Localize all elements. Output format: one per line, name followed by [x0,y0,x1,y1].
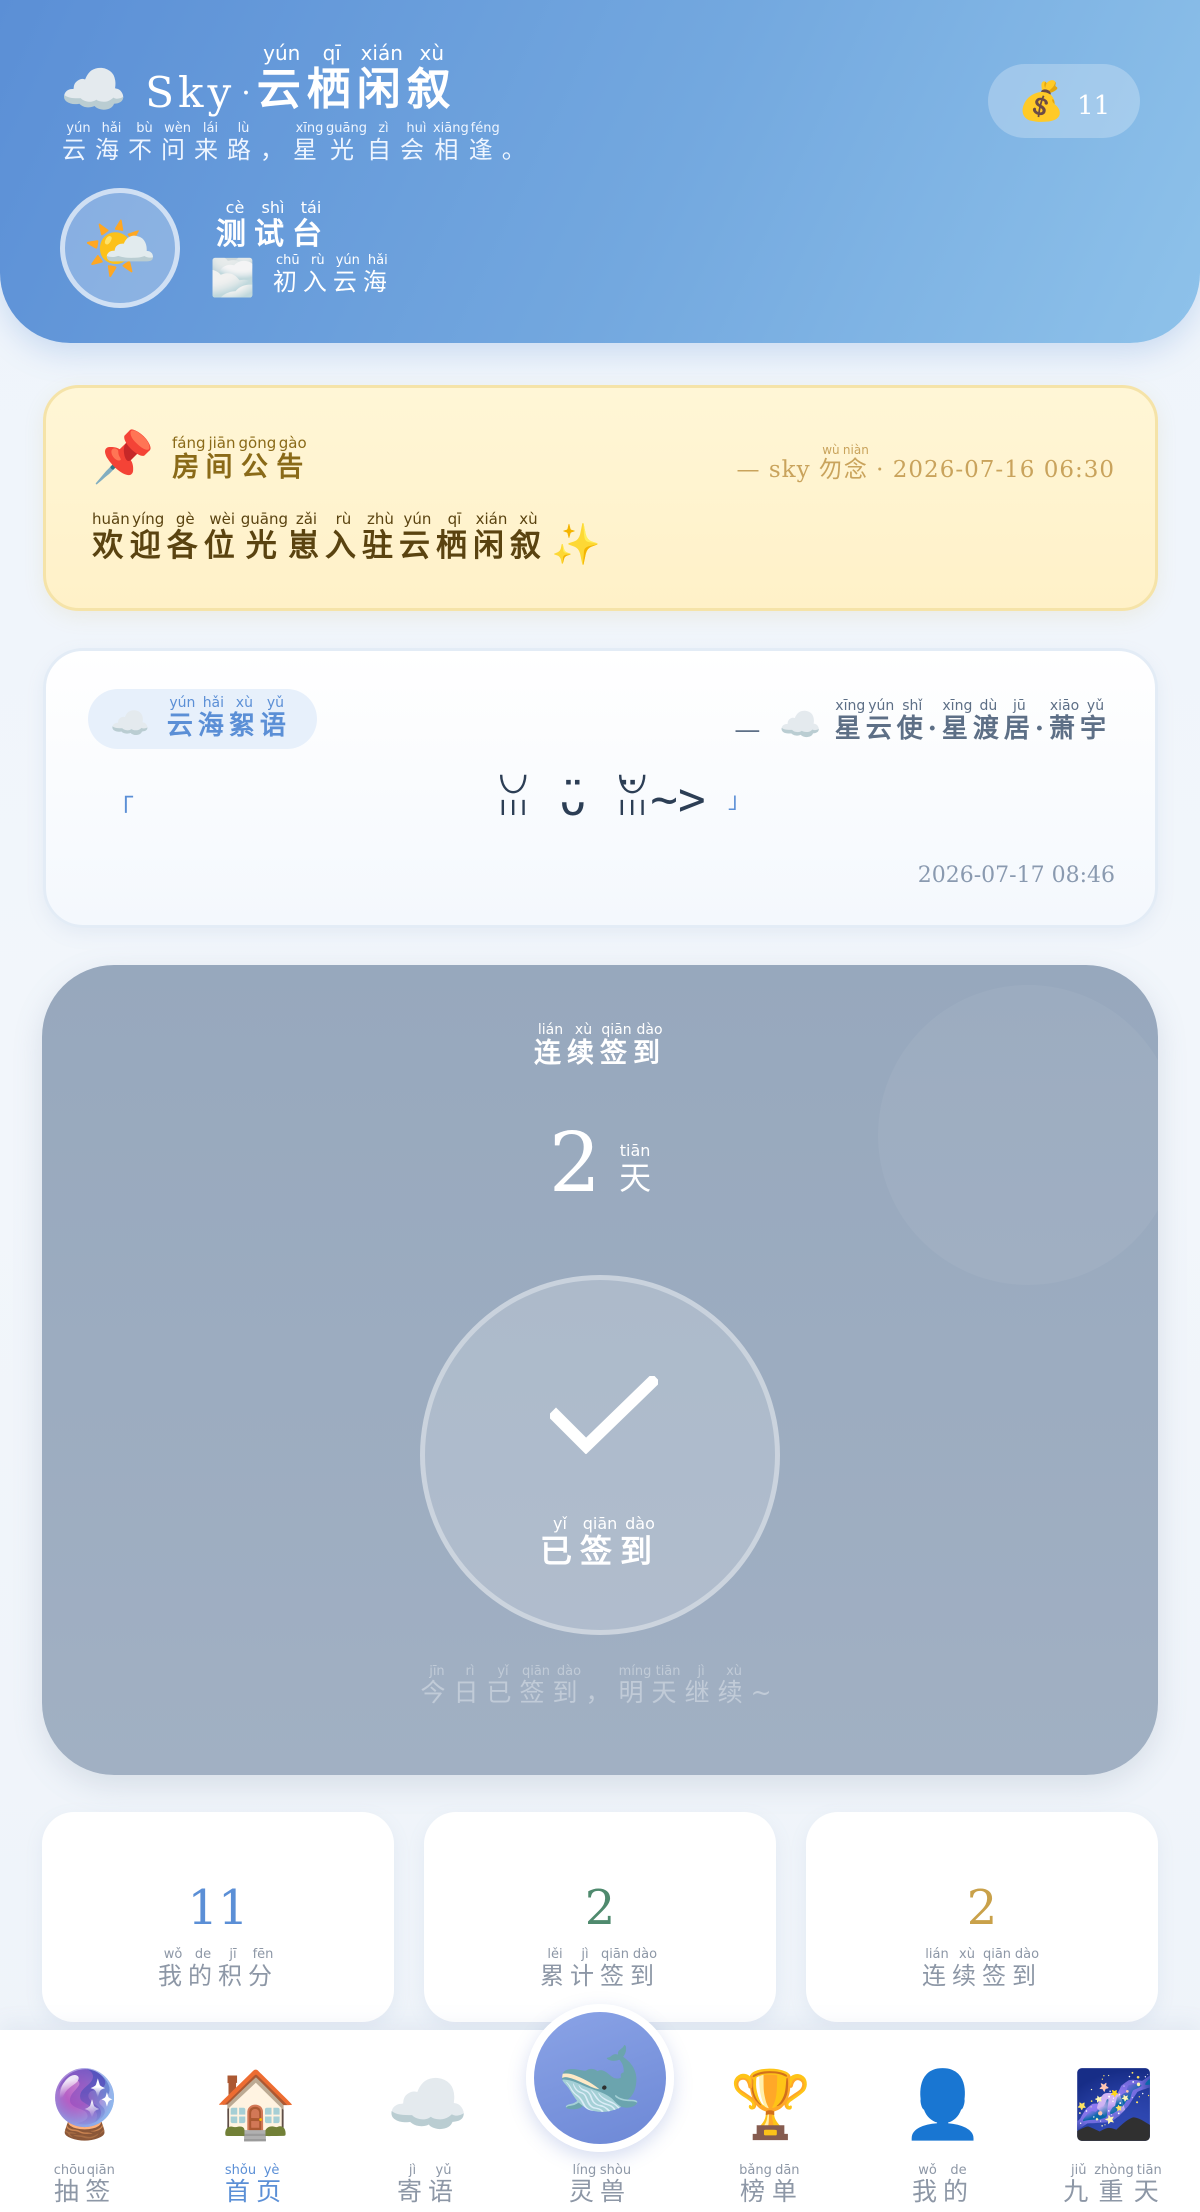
whale-icon: 🐋 [556,2036,644,2119]
user-icon: 👤 [901,2066,985,2143]
checkin-days: 2 天tiān [42,1123,1158,1205]
stat-my-points[interactable]: 11 我wǒ的de积jī分fēn [42,1812,394,2022]
money-bag-icon: 💰 [1017,78,1066,123]
announcement-tag: 勿wù念niàn [818,443,869,483]
coins-badge[interactable]: 💰 11 [988,64,1140,138]
nav-item-spirit-beast[interactable]: 🐋 [526,2004,674,2152]
avatar[interactable]: 🌤️ [60,188,180,308]
nav-item-home[interactable]: 🏠 首shǒu页yè [191,2030,321,2212]
nav-item-draw[interactable]: 🔮 抽chōu签qiān [20,2030,150,2212]
checkin-panel: 连lián续xù签qiān到dào 2 天tiān 已yǐ签qiān到dào 今… [42,965,1158,1775]
cloud-words-tag: ☁️ 云yún海hǎi絮xù语yǔ [88,689,317,749]
checkin-button[interactable]: 已yǐ签qiān到dào [420,1275,780,1635]
author-name: 星xīng云yún使shǐ·星xīng渡dù居jū·萧xiāo宇yǔ [834,698,1111,744]
fog-icon: 🌫️ [210,258,261,299]
checkin-days-count: 2 [548,1116,602,1211]
trophy-icon: 🏆 [729,2066,813,2143]
nav-label: 寄jì语yǔ [396,2163,460,2206]
nav-label: 榜bǎng单dān [739,2163,803,2206]
stat-streak[interactable]: 2 连lián续xù签qiān到dào [806,1812,1158,2022]
author-dash: — [734,715,766,745]
brand-en: Sky [145,68,236,117]
stat-label: 我wǒ的de积jī分fēn [158,1947,278,1990]
nav-item-ninth-heaven[interactable]: 🌌 九jiǔ重zhòng天tiān [1049,2030,1179,2212]
cloud-words-card[interactable]: ☁️ 云yún海hǎi絮xù语yǔ — ☁️ 星xīng云yún使shǐ·星xī… [43,648,1158,928]
checkin-title: 连lián续xù签qiān到dào [534,1022,666,1069]
nav-label: 首shǒu页yè [224,2163,288,2206]
announcement-body: 欢huān迎yíng各gè位wèi光guāng崽zǎi入rù驻zhù云yún栖q… [92,510,607,568]
quote-text: ꈍ ̈ᴗ ̈ꈍ~> [495,772,706,826]
pushpin-icon: 📌 [92,428,155,486]
checkin-tip: 今jīn日rì已yǐ签qiān到dào，明míng天tiān继jì续xù~ [420,1664,780,1707]
stat-value: 2 [584,1880,616,1936]
quote-close-mark: 」 [728,789,751,814]
cloud-words-tag-label: 云yún海hǎi絮xù语yǔ [166,695,291,741]
brand: ☁️ Sky · 云yún栖qī闲xián叙xù [60,41,457,121]
cloud-icon: ☁️ [110,704,155,742]
nav-item-profile[interactable]: 👤 我wǒ的de [878,2030,1008,2212]
cloud-words-author: — ☁️ 星xīng云yún使shǐ·星xīng渡dù居jū·萧xiāo宇yǔ [734,698,1111,745]
house-icon: 🏠 [214,2066,298,2143]
user-level-label: 初chū入rù云yún海hǎi [272,253,393,296]
checkin-days-unit: 天tiān [619,1141,652,1197]
sparkles-icon: ✨ [550,521,607,568]
stat-value: 11 [187,1880,249,1936]
nav-item-messages[interactable]: ☁️ 寄jì语yǔ [363,2030,493,2212]
cloud-icon: ☁️ [386,2066,470,2143]
checkin-status: 已yǐ签qiān到dào [539,1514,661,1570]
bottom-nav: 🔮 抽chōu签qiān 🏠 首shǒu页yè ☁️ 寄jì语yǔ 🐋 灵lín… [0,2004,1200,2212]
nav-label: 九jiǔ重zhòng天tiān [1063,2163,1165,2206]
brand-zh: 云yún栖qī闲xián叙xù [256,41,457,115]
announcement-time: · 2026-07-16 06:30 [876,457,1115,483]
announcement-author: — sky [736,457,811,483]
user-level: 🌫️ 初chū入rù云yún海hǎi [210,253,393,299]
cloud-words-time: 2026-07-17 08:46 [917,863,1115,888]
stat-label: 累lěi计jì签qiān到dào [540,1947,660,1990]
checkmark-icon [550,1376,658,1454]
cloud-icon: ☁️ [60,58,128,121]
nav-label: 抽chōu签qiān [53,2163,117,2206]
username: 测cè试shì台tái [216,198,330,252]
crystal-ball-icon: 🔮 [43,2066,127,2143]
header: ☁️ Sky · 云yún栖qī闲xián叙xù 云yún海hǎi不bù问wèn… [0,0,1200,343]
stat-value: 2 [966,1880,998,1936]
slogan: 云yún海hǎi不bù问wèn来lái路lù，星xīng光guāng自zì会hu… [62,121,535,164]
announcement-text: 欢huān迎yíng各gè位wèi光guāng崽zǎi入rù驻zhù云yún栖q… [92,510,547,564]
stat-total-checkins[interactable]: 2 累lěi计jì签qiān到dào [424,1812,776,2022]
nav-label: 我wǒ的de [911,2163,975,2206]
milky-way-icon: 🌌 [1072,2066,1156,2143]
coins-count: 11 [1077,91,1111,121]
announcement-meta: — sky 勿wù念niàn · 2026-07-16 06:30 [736,443,1115,484]
cloud-icon: ☁️ [779,705,827,745]
room-announcement: 📌 房fáng间jiān公gōng告gào — sky 勿wù念niàn · 2… [43,385,1158,611]
sun-behind-cloud-icon: 🌤️ [82,213,158,284]
nav-label: 灵líng兽shòu [568,2163,632,2206]
brand-sep: · [241,76,251,111]
stat-label: 连lián续xù签qiān到dào [922,1947,1042,1990]
announcement-title: 房fáng间jiān公gōng告gào [172,434,310,483]
nav-item-leaderboard[interactable]: 🏆 榜bǎng单dān [706,2030,836,2212]
